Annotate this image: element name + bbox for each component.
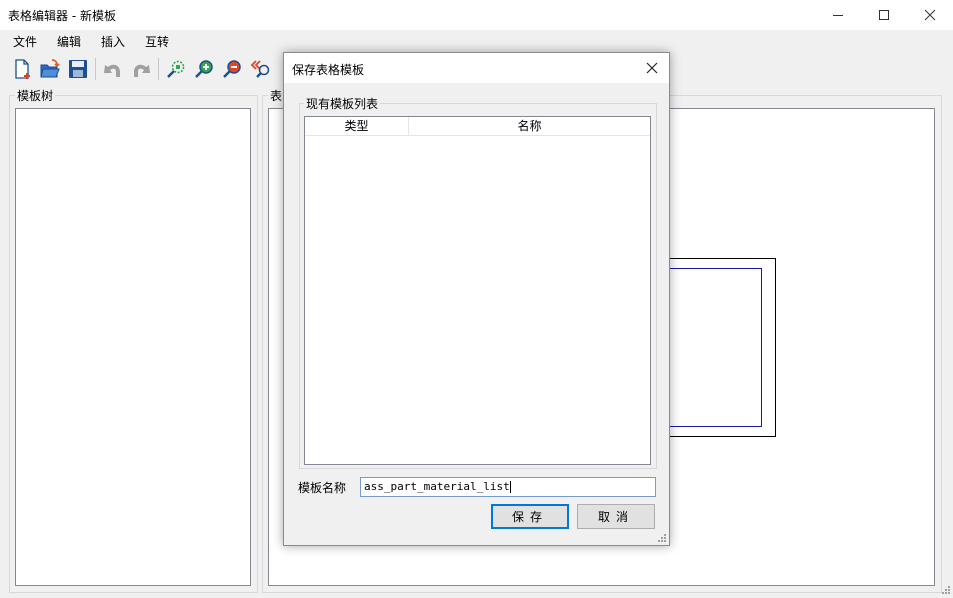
close-window-button[interactable] (907, 0, 953, 30)
redo-icon (134, 64, 150, 77)
undo-button[interactable] (100, 56, 126, 82)
zoom-in-button[interactable] (191, 56, 217, 82)
close-icon (924, 9, 936, 21)
zoom-reset-icon (250, 60, 270, 78)
template-name-value: ass_part_material_list (364, 480, 510, 493)
dialog-title-bar: 保存表格模板 (284, 53, 669, 83)
text-cursor (509, 481, 511, 493)
open-folder-icon (40, 59, 60, 78)
menu-file[interactable]: 文件 (13, 33, 37, 50)
zoom-reset-button[interactable] (247, 56, 273, 82)
menu-edit[interactable]: 编辑 (57, 33, 81, 50)
template-list-label: 现有模板列表 (304, 95, 381, 112)
column-header-name[interactable]: 名称 (409, 117, 650, 135)
zoom-fit-icon (167, 60, 185, 78)
open-button[interactable] (37, 56, 63, 82)
template-tree[interactable] (15, 108, 251, 586)
save-button[interactable] (65, 56, 91, 82)
close-icon (646, 62, 658, 74)
window-resize-grip[interactable] (940, 584, 951, 595)
save-template-button[interactable]: 保存 (491, 504, 569, 529)
new-button[interactable] (9, 56, 35, 82)
undo-icon (104, 64, 120, 77)
menu-insert[interactable]: 插入 (101, 33, 125, 50)
window-title: 表格编辑器 - 新模板 (8, 9, 116, 23)
table-inner-border[interactable] (661, 268, 762, 427)
redo-button[interactable] (128, 56, 154, 82)
minimize-icon (833, 15, 843, 16)
template-tree-label: 模板树 (15, 87, 56, 104)
dialog-resize-grip[interactable] (656, 532, 667, 543)
cancel-button[interactable]: 取消 (577, 504, 655, 529)
menu-bar: 文件 编辑 插入 互转 (0, 30, 953, 52)
template-name-input[interactable]: ass_part_material_list (360, 477, 656, 497)
minimize-button[interactable] (815, 0, 861, 30)
template-list[interactable]: 类型 名称 (304, 116, 651, 465)
maximize-button[interactable] (861, 0, 907, 30)
zoom-fit-button[interactable] (163, 56, 189, 82)
resize-grip-icon (942, 586, 950, 594)
toolbar-separator (158, 58, 159, 80)
save-template-dialog: 保存表格模板 现有模板列表 类型 名称 模板名称 ass_part_materi… (283, 52, 670, 546)
column-header-type[interactable]: 类型 (305, 117, 409, 135)
zoom-in-icon (195, 60, 213, 78)
table-canvas-label: 表 (268, 87, 285, 104)
dialog-title: 保存表格模板 (292, 63, 365, 77)
maximize-icon (879, 10, 889, 20)
resize-grip-icon (658, 534, 666, 542)
menu-convert[interactable]: 互转 (145, 33, 169, 50)
title-bar: 表格编辑器 - 新模板 (0, 0, 953, 30)
template-name-label: 模板名称 (298, 481, 347, 495)
zoom-out-icon (223, 60, 241, 78)
dialog-close-button[interactable] (639, 56, 665, 80)
template-list-header: 类型 名称 (305, 117, 650, 136)
save-icon (69, 60, 87, 78)
new-file-icon (15, 59, 30, 79)
zoom-out-button[interactable] (219, 56, 245, 82)
toolbar-separator (95, 58, 96, 80)
